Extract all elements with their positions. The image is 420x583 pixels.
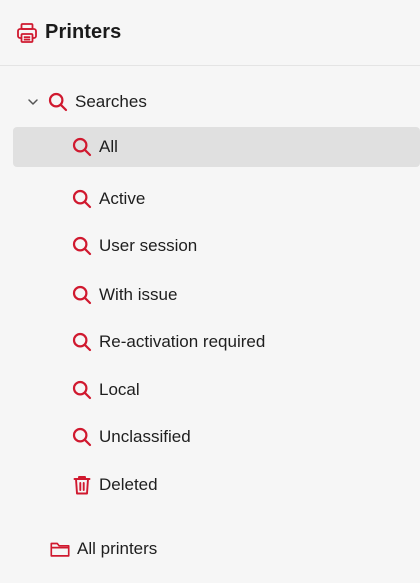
search-icon bbox=[71, 188, 93, 210]
search-item-label: Active bbox=[99, 189, 146, 208]
search-item-deleted[interactable]: Deleted bbox=[71, 465, 411, 505]
page-title: Printers bbox=[45, 21, 122, 43]
search-item-all[interactable]: All bbox=[13, 127, 420, 167]
folder-all-printers[interactable]: All printers bbox=[49, 529, 409, 569]
search-icon bbox=[71, 379, 93, 401]
search-icon bbox=[71, 426, 93, 448]
search-item-label: With issue bbox=[99, 285, 178, 304]
trash-icon bbox=[71, 474, 93, 496]
search-item-label: All bbox=[99, 137, 118, 156]
search-item-label: Re-activation required bbox=[99, 332, 266, 351]
search-item-user-session[interactable]: User session bbox=[71, 226, 411, 266]
folder-icon bbox=[49, 538, 71, 560]
folder-label: All printers bbox=[77, 539, 158, 558]
search-item-active[interactable]: Active bbox=[71, 179, 411, 219]
search-item-label: Local bbox=[99, 380, 140, 399]
search-item-label: Unclassified bbox=[99, 427, 191, 446]
panel-header: Printers bbox=[0, 0, 420, 66]
tree-group-label: Searches bbox=[75, 92, 147, 111]
search-icon bbox=[71, 136, 93, 158]
search-item-label: Deleted bbox=[99, 475, 158, 494]
search-icon bbox=[71, 331, 93, 353]
search-item-reactivation-required[interactable]: Re-activation required bbox=[71, 322, 416, 362]
search-icon bbox=[71, 284, 93, 306]
search-item-label: User session bbox=[99, 236, 198, 255]
chevron-down-icon[interactable] bbox=[26, 95, 40, 109]
printer-icon bbox=[14, 20, 40, 46]
search-item-unclassified[interactable]: Unclassified bbox=[71, 417, 411, 457]
tree-group-searches[interactable]: Searches bbox=[26, 82, 416, 122]
search-item-with-issue[interactable]: With issue bbox=[71, 275, 411, 315]
search-item-local[interactable]: Local bbox=[71, 370, 411, 410]
printers-panel: Printers Searches All Active User sessio… bbox=[0, 0, 420, 583]
search-icon bbox=[47, 91, 69, 113]
search-icon bbox=[71, 235, 93, 257]
